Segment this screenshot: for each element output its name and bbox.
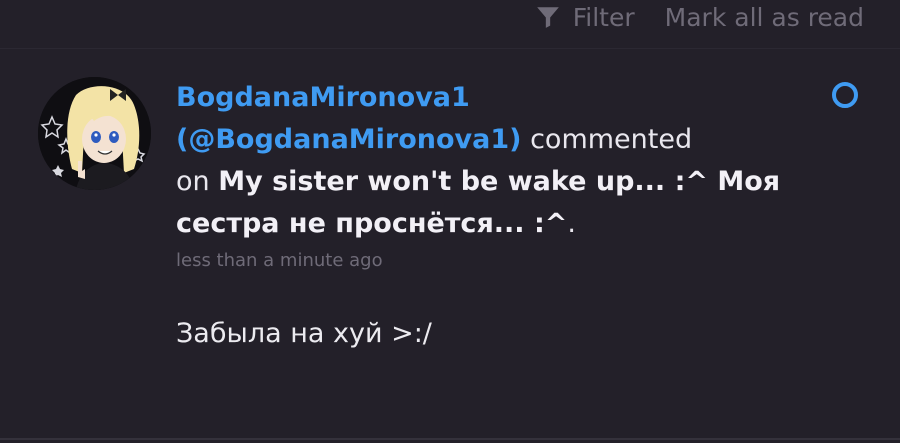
post-title-link[interactable]: My sister won't be wake up... :^ Моя сес… — [176, 166, 780, 239]
comment-text: Забыла на хуй >:/ — [176, 318, 432, 349]
notifications-page: Filter Mark all as read BogdanaMironova1… — [0, 0, 900, 443]
title-end: . — [567, 208, 576, 239]
notification-divider — [0, 438, 900, 440]
mark-all-read-button[interactable]: Mark all as read — [665, 3, 864, 32]
filter-label: Filter — [572, 2, 635, 32]
notifications-toolbar: Filter Mark all as read — [535, 0, 864, 34]
action-text: commented — [521, 124, 693, 155]
avatar[interactable] — [38, 77, 151, 190]
timestamp: less than a minute ago — [176, 250, 383, 271]
notification-item[interactable]: BogdanaMironova1 (@BogdanaMironova1) com… — [0, 49, 900, 439]
unread-indicator-icon[interactable] — [832, 82, 858, 108]
avatar-image — [38, 77, 151, 190]
notification-body: BogdanaMironova1 (@BogdanaMironova1) com… — [176, 77, 816, 355]
filter-button[interactable]: Filter — [535, 3, 635, 32]
user-handle-link[interactable]: (@BogdanaMironova1) — [176, 124, 522, 155]
on-text: on — [176, 166, 219, 197]
filter-icon — [536, 7, 559, 28]
username-link[interactable]: BogdanaMironova1 — [176, 82, 470, 113]
